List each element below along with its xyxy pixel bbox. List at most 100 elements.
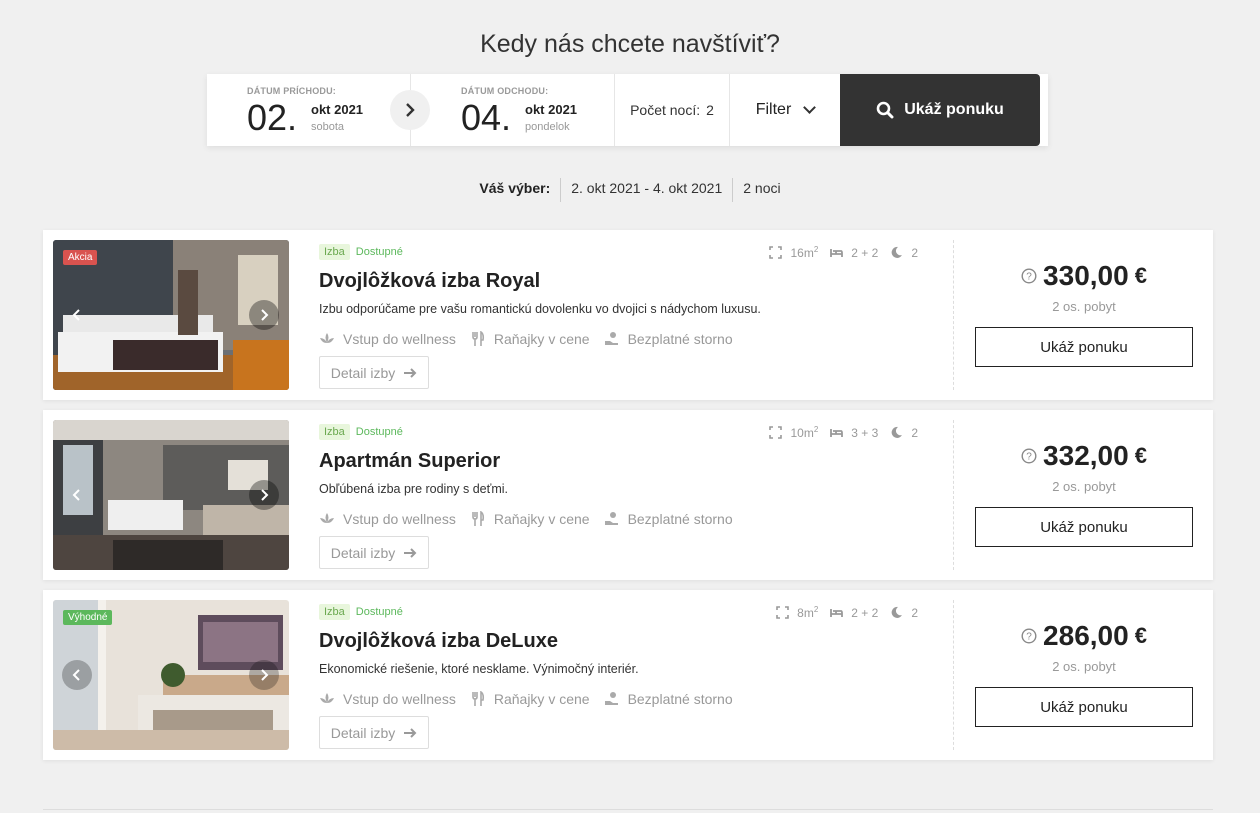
show-offer-button[interactable]: Ukáž ponuku <box>840 74 1040 146</box>
room-stats: 16m2 2 + 2 2 <box>757 245 918 260</box>
amenity-breakfast: Raňajky v cene <box>470 511 590 527</box>
arrival-label: DÁTUM PRÍCHODU: <box>247 86 336 96</box>
bed-icon <box>830 249 844 257</box>
availability-tag: Dostupné <box>355 606 403 618</box>
room-detail-button[interactable]: Detail izby <box>319 536 429 569</box>
footer-divider <box>43 809 1213 810</box>
room-photo[interactable] <box>53 420 289 570</box>
room-beds: 3 + 3 <box>851 425 879 440</box>
svg-text:?: ? <box>1026 632 1032 643</box>
moon-icon <box>891 246 903 258</box>
nights-label: Počet nocí: <box>630 102 701 118</box>
room-title: Apartmán Superior <box>319 450 501 472</box>
currency: € <box>1134 263 1147 288</box>
departure-date-picker[interactable]: DÁTUM ODCHODU: 04. okt 2021 pondelok <box>411 74 615 146</box>
room-stats: 10m2 3 + 3 2 <box>757 425 918 440</box>
amenity-wellness: Vstup do wellness <box>319 511 456 527</box>
arrival-day: 02. <box>247 97 298 138</box>
room-description: Obľúbená izba pre rodiny s deťmi. <box>319 482 508 496</box>
selection-range: 2. okt 2021 - 4. okt 2021 <box>560 178 732 202</box>
area-icon <box>769 426 783 439</box>
room-title: Dvojlôžková izba Royal <box>319 270 541 292</box>
card-divider <box>953 600 954 750</box>
arrow-right-icon <box>404 547 417 558</box>
lotus-icon <box>320 513 334 523</box>
chevron-left-icon <box>72 669 80 681</box>
room-nights: 2 <box>911 605 918 620</box>
photo-next-button[interactable] <box>249 300 279 330</box>
chevron-left-icon <box>72 309 80 321</box>
room-beds: 2 + 2 <box>851 605 879 620</box>
room-offer-button[interactable]: Ukáž ponuku <box>975 687 1193 727</box>
photo-next-button[interactable] <box>249 480 279 510</box>
selection-label: Váš výber: <box>479 180 551 196</box>
cutlery-icon <box>472 511 484 526</box>
room-area: 8m2 <box>797 605 819 620</box>
help-icon[interactable]: ? <box>1021 448 1037 464</box>
arrival-month: okt 2021 <box>311 102 364 117</box>
amenity-breakfast: Raňajky v cene <box>470 331 590 347</box>
photo-next-button[interactable] <box>249 660 279 690</box>
photo-prev-button[interactable] <box>62 300 92 330</box>
hand-coin-icon <box>604 512 618 525</box>
room-stats: 8m2 2 + 2 2 <box>764 605 918 620</box>
price-block: ? 332,00 € 2 os. pobyt <box>975 440 1193 494</box>
room-price: 332,00 <box>1043 440 1129 471</box>
departure-month: okt 2021 <box>525 102 578 117</box>
stay-info: 2 os. pobyt <box>1052 659 1116 674</box>
help-icon[interactable]: ? <box>1021 268 1037 284</box>
amenity-breakfast: Raňajky v cene <box>470 691 590 707</box>
currency: € <box>1134 623 1147 648</box>
bed-icon <box>830 429 844 437</box>
hand-coin-icon <box>604 692 618 705</box>
nights-count: Počet nocí: 2 <box>615 74 730 146</box>
amenity-wellness: Vstup do wellness <box>319 331 456 347</box>
area-icon <box>769 246 783 259</box>
filter-dropdown[interactable]: Filter <box>730 74 840 146</box>
card-divider <box>953 420 954 570</box>
room-price: 330,00 <box>1043 260 1129 291</box>
room-photo[interactable]: Výhodné <box>53 600 289 750</box>
room-nights: 2 <box>911 425 918 440</box>
room-offer-button[interactable]: Ukáž ponuku <box>975 507 1193 547</box>
arrival-date-picker[interactable]: DÁTUM PRÍCHODU: 02. okt 2021 sobota <box>207 74 430 146</box>
search-icon <box>876 101 894 119</box>
room-card: Izba Dostupné 10m2 3 + 3 2 Apartmán Supe… <box>43 410 1213 580</box>
photo-prev-button[interactable] <box>62 660 92 690</box>
room-detail-button[interactable]: Detail izby <box>319 356 429 389</box>
chevron-right-icon <box>261 489 269 501</box>
svg-text:?: ? <box>1026 452 1032 463</box>
room-title: Dvojlôžková izba DeLuxe <box>319 630 558 652</box>
room-offer-button[interactable]: Ukáž ponuku <box>975 327 1193 367</box>
svg-text:?: ? <box>1026 272 1032 283</box>
room-type-tag: Izba <box>319 244 350 260</box>
photo-prev-button[interactable] <box>62 480 92 510</box>
availability-tag: Dostupné <box>355 246 403 258</box>
room-card: Akcia Izba Dostupné 16m2 2 + 2 2 Dvojlôž… <box>43 230 1213 400</box>
selection-nights: 2 noci <box>732 178 790 202</box>
room-detail-button[interactable]: Detail izby <box>319 716 429 749</box>
card-divider <box>953 240 954 390</box>
deal-badge: Výhodné <box>63 610 113 625</box>
room-nights: 2 <box>911 245 918 260</box>
moon-icon <box>891 426 903 438</box>
room-tags: Izba Dostupné <box>319 604 409 620</box>
date-search-bar: DÁTUM PRÍCHODU: 02. okt 2021 sobota DÁTU… <box>207 74 1048 146</box>
room-area: 10m2 <box>790 425 819 440</box>
availability-tag: Dostupné <box>355 426 403 438</box>
chevron-right-icon <box>261 669 269 681</box>
departure-weekday: pondelok <box>525 121 570 133</box>
room-area: 16m2 <box>790 245 819 260</box>
arrow-right-icon <box>404 367 417 378</box>
amenity-wellness: Vstup do wellness <box>319 691 456 707</box>
room-beds: 2 + 2 <box>851 245 879 260</box>
cutlery-icon <box>472 691 484 706</box>
room-photo[interactable]: Akcia <box>53 240 289 390</box>
room-description: Izbu odporúčame pre vašu romantickú dovo… <box>319 302 761 316</box>
help-icon[interactable]: ? <box>1021 628 1037 644</box>
hand-coin-icon <box>604 332 618 345</box>
departure-label: DÁTUM ODCHODU: <box>461 86 549 96</box>
price-block: ? 286,00 € 2 os. pobyt <box>975 620 1193 674</box>
room-amenities: Vstup do wellness Raňajky v cene Bezplat… <box>319 511 747 527</box>
room-tags: Izba Dostupné <box>319 424 409 440</box>
